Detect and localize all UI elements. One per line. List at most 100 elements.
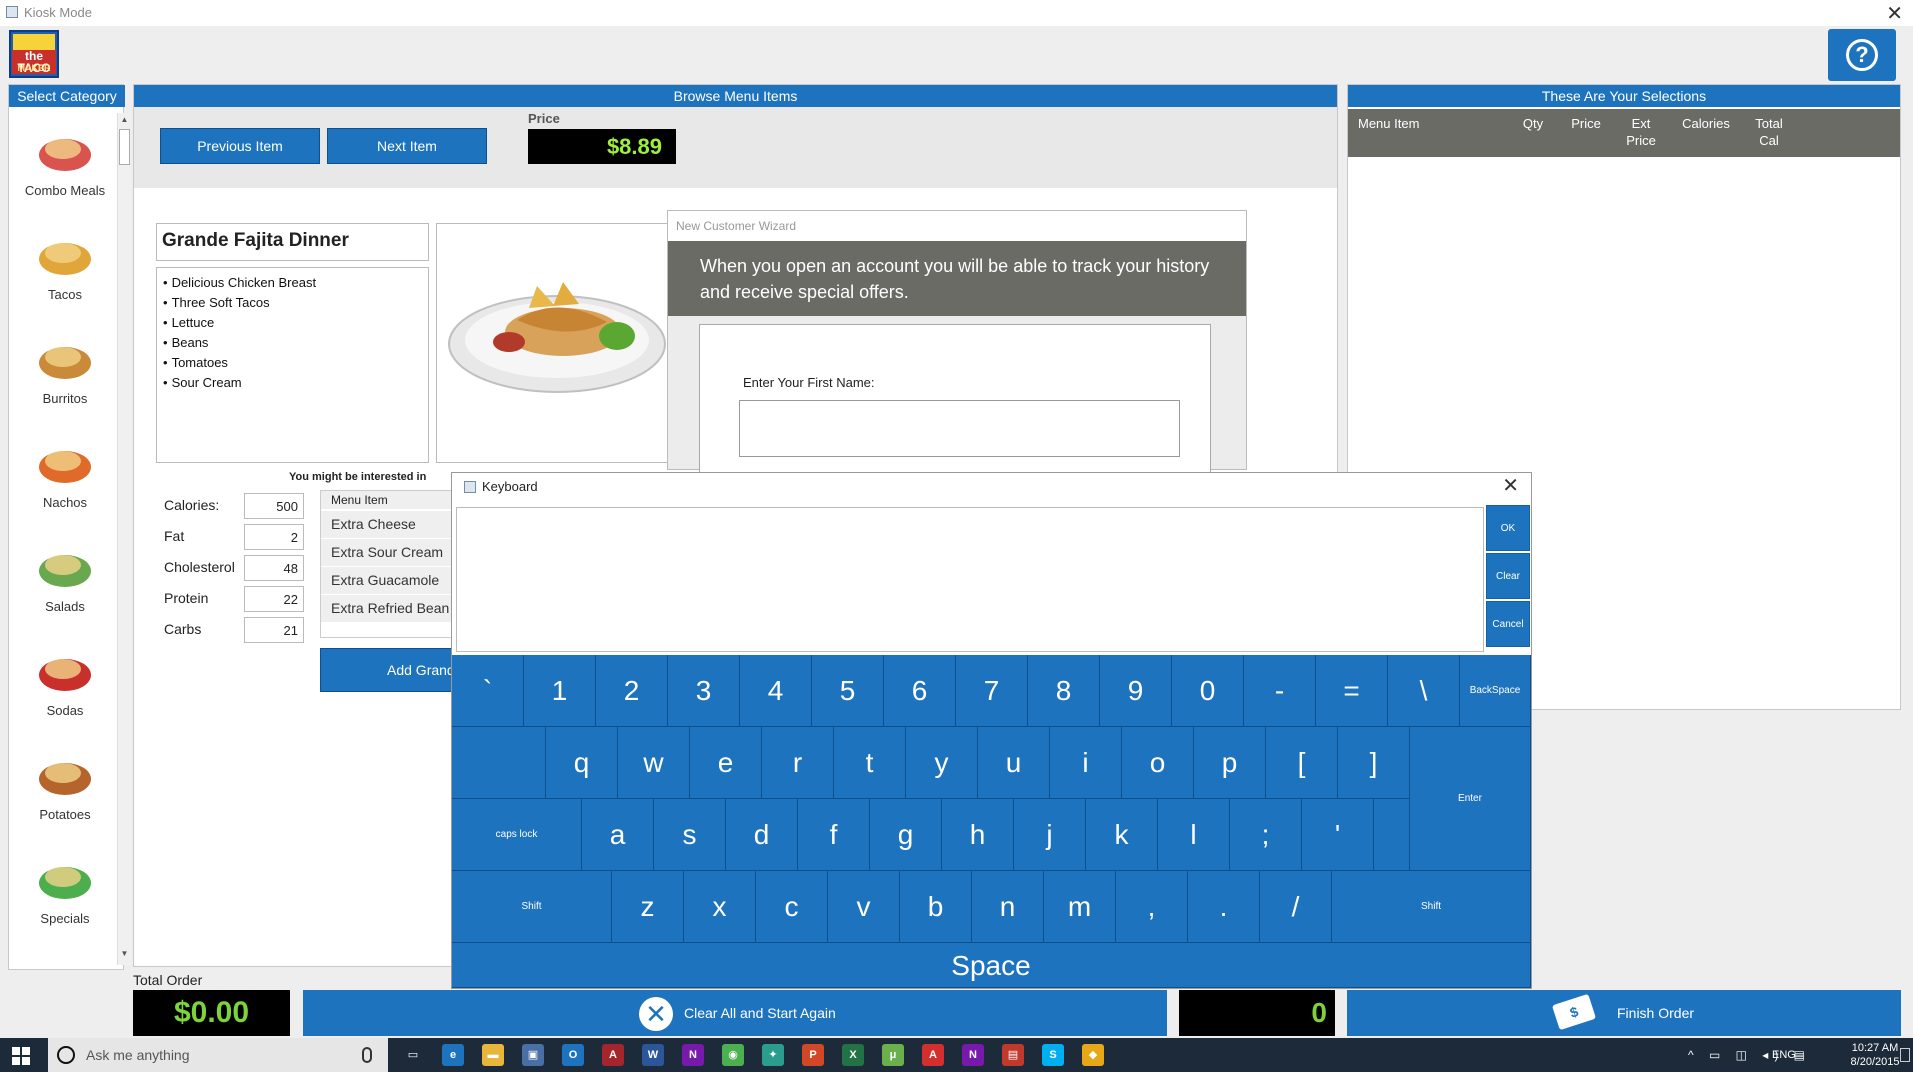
add-item-button[interactable]: Add Grand [320,648,470,692]
onenote-icon[interactable]: N [682,1044,704,1066]
scroll-down-icon[interactable]: ▼ [119,949,130,961]
keyboard-clear-button[interactable]: Clear [1486,553,1530,599]
caps-lock-key[interactable]: caps lock [452,799,582,871]
key-row4[interactable]: . [1188,871,1260,943]
scroll-thumb[interactable] [119,129,130,165]
key-row1[interactable]: 6 [884,655,956,727]
key-row4[interactable]: z [612,871,684,943]
category-item-salads[interactable]: Salads [13,529,117,633]
key-row1[interactable]: - [1244,655,1316,727]
scroll-up-icon[interactable]: ▲ [119,115,130,127]
category-scrollbar[interactable]: ▲ ▼ [117,113,131,965]
maps-icon[interactable]: ✦ [762,1044,784,1066]
keyboard-cancel-button[interactable]: Cancel [1486,601,1530,647]
key-row2[interactable]: o [1122,727,1194,799]
category-item-potatoes[interactable]: Potatoes [13,737,117,841]
next-item-button[interactable]: Next Item [327,128,487,164]
key-row1[interactable]: 4 [740,655,812,727]
task-view-icon[interactable]: ▭ [402,1044,424,1066]
upsell-item[interactable]: Extra Refried Bean [321,595,469,623]
edge-icon[interactable]: e [442,1044,464,1066]
key-row1[interactable]: 1 [524,655,596,727]
upsell-item[interactable]: Extra Cheese [321,511,469,539]
key-row2[interactable]: r [762,727,834,799]
key-row1[interactable]: ` [452,655,524,727]
outlook-icon[interactable]: O [562,1044,584,1066]
word-icon[interactable]: W [642,1044,664,1066]
first-name-input[interactable] [739,400,1180,457]
key-row2[interactable]: i [1050,727,1122,799]
chrome-icon[interactable]: ◉ [722,1044,744,1066]
taskbar-search[interactable]: Ask me anything [48,1038,388,1072]
key-row4[interactable]: / [1260,871,1332,943]
upsell-item[interactable]: Extra Sour Cream [321,539,469,567]
key-row3[interactable]: j [1014,799,1086,871]
microphone-icon[interactable] [362,1047,372,1063]
key-row1[interactable]: 5 [812,655,884,727]
key-row1[interactable]: 3 [668,655,740,727]
category-item-specials[interactable]: Specials [13,841,117,945]
key-row4[interactable]: n [972,871,1044,943]
notification-icon[interactable] [1900,1048,1910,1062]
key-row3[interactable]: k [1086,799,1158,871]
key-row3[interactable]: d [726,799,798,871]
previous-item-button[interactable]: Previous Item [160,128,320,164]
utorrent-icon[interactable]: μ [882,1044,904,1066]
backspace-key[interactable]: BackSpace [1460,655,1531,727]
key-row1[interactable]: 9 [1100,655,1172,727]
key-row2[interactable]: u [978,727,1050,799]
category-item-sodas[interactable]: Sodas [13,633,117,737]
key-row2[interactable]: [ [1266,727,1338,799]
key-row4[interactable]: x [684,871,756,943]
blank-key[interactable] [1374,799,1410,871]
right-shift-key[interactable]: Shift [1332,871,1531,943]
key-row2[interactable]: q [546,727,618,799]
keyboard-ok-button[interactable]: OK [1486,505,1530,551]
help-button[interactable]: ? [1828,29,1896,81]
key-row4[interactable]: b [900,871,972,943]
key-row3[interactable]: g [870,799,942,871]
access-icon[interactable]: A [602,1044,624,1066]
key-row4[interactable]: , [1116,871,1188,943]
key-row2[interactable]: w [618,727,690,799]
key-row4[interactable]: m [1044,871,1116,943]
category-item-nachos[interactable]: Nachos [13,425,117,529]
finish-order-button[interactable]: $ Finish Order [1347,990,1901,1036]
excel-icon[interactable]: X [842,1044,864,1066]
key-row1[interactable]: \ [1388,655,1460,727]
file-explorer-icon[interactable]: ▬ [482,1044,504,1066]
category-item-combo-meals[interactable]: Combo Meals [13,113,117,217]
tab-key[interactable] [452,727,546,799]
shield-icon[interactable]: ◆ [1082,1044,1104,1066]
onenote2-icon[interactable]: N [962,1044,984,1066]
key-row2[interactable]: e [690,727,762,799]
key-row2[interactable]: y [906,727,978,799]
acrobat-icon[interactable]: A [922,1044,944,1066]
store-icon[interactable]: ▣ [522,1044,544,1066]
key-row1[interactable]: 2 [596,655,668,727]
key-row3[interactable]: f [798,799,870,871]
app-icon-red[interactable]: ▤ [1002,1044,1024,1066]
skype-icon[interactable]: S [1042,1044,1064,1066]
key-row3[interactable]: ' [1302,799,1374,871]
key-row1[interactable]: = [1316,655,1388,727]
key-row2[interactable]: ] [1338,727,1410,799]
key-row1[interactable]: 0 [1172,655,1244,727]
key-row3[interactable]: a [582,799,654,871]
powerpoint-icon[interactable]: P [802,1044,824,1066]
language-indicator[interactable]: ENG [1772,1049,1796,1061]
category-item-burritos[interactable]: Burritos [13,321,117,425]
key-row4[interactable]: v [828,871,900,943]
key-row3[interactable]: h [942,799,1014,871]
keyboard-text-area[interactable] [456,507,1484,652]
key-row3[interactable]: l [1158,799,1230,871]
space-key[interactable]: Space [452,943,1531,988]
key-row1[interactable]: 7 [956,655,1028,727]
key-row3[interactable]: ; [1230,799,1302,871]
windows-start-icon[interactable] [12,1047,30,1065]
key-row2[interactable]: p [1194,727,1266,799]
key-row1[interactable]: 8 [1028,655,1100,727]
category-item-tacos[interactable]: Tacos [13,217,117,321]
close-window-icon[interactable]: ✕ [1886,1,1903,26]
key-row3[interactable]: s [654,799,726,871]
